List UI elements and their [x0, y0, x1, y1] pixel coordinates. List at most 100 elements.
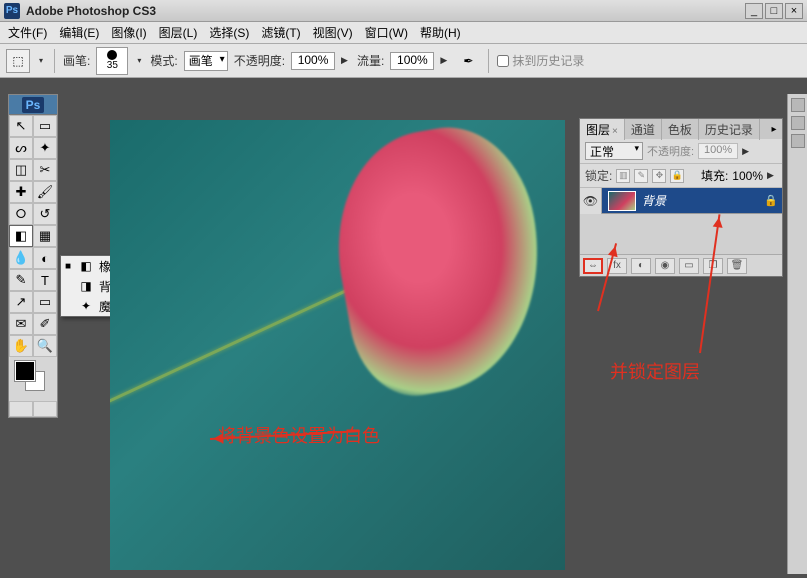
erase-history-label: 抹到历史记录	[512, 52, 584, 69]
toolbox-header[interactable]: Ps	[9, 95, 57, 115]
fill-input[interactable]: 100%	[732, 169, 763, 183]
lock-transparent-icon[interactable]: ▥	[616, 169, 630, 183]
magic-eraser-icon: ✦	[78, 299, 94, 313]
path-tool[interactable]: ↗	[9, 291, 33, 313]
stamp-tool[interactable]: ⭘	[9, 203, 33, 225]
dock-well[interactable]	[791, 98, 805, 112]
tool-preset-dropdown[interactable]: ▾	[36, 49, 46, 73]
dock-well[interactable]	[791, 116, 805, 130]
gradient-tool[interactable]: ▦	[33, 225, 57, 247]
tab-layers[interactable]: 图层×	[580, 119, 625, 140]
airbrush-icon[interactable]: ✒	[456, 49, 480, 73]
dodge-tool[interactable]: ◐	[33, 247, 57, 269]
menu-image[interactable]: 图像(I)	[105, 21, 152, 44]
menu-select[interactable]: 选择(S)	[203, 21, 255, 44]
eraser-icon: ◧	[78, 259, 94, 273]
blend-mode-select[interactable]: 正常	[585, 142, 643, 160]
menu-filter[interactable]: 滤镜(T)	[255, 21, 306, 44]
annotation-lock-layer: 并锁定图层	[610, 358, 700, 384]
fx-icon[interactable]: fx	[607, 258, 627, 274]
flow-label: 流量:	[357, 52, 384, 69]
eyedropper-tool[interactable]: ✐	[33, 313, 57, 335]
quickmask-mode-icon[interactable]	[33, 401, 57, 417]
blur-tool[interactable]: 💧	[9, 247, 33, 269]
visibility-icon[interactable]: 👁	[580, 188, 602, 214]
zoom-tool[interactable]: 🔍	[33, 335, 57, 357]
minimize-button[interactable]: _	[745, 3, 763, 19]
brush-picker[interactable]: 35	[96, 47, 128, 75]
color-swatch[interactable]	[13, 361, 53, 397]
fill-label: 填充:	[701, 167, 728, 184]
maximize-button[interactable]: □	[765, 3, 783, 19]
heal-tool[interactable]: ✚	[9, 181, 33, 203]
panel-tabs: 图层× 通道 色板 历史记录 ▸	[580, 119, 782, 139]
dock-well[interactable]	[791, 134, 805, 148]
erase-history-checkbox[interactable]	[497, 55, 509, 67]
wand-tool[interactable]: ✦	[33, 137, 57, 159]
lock-position-icon[interactable]: ✥	[652, 169, 666, 183]
mode-label: 模式:	[150, 52, 177, 69]
panel-dock	[787, 94, 807, 574]
opacity-input[interactable]: 100%	[291, 52, 335, 70]
flow-input[interactable]: 100%	[390, 52, 434, 70]
blend-row: 正常 不透明度: 100% ▶	[580, 139, 782, 164]
foreground-color[interactable]	[15, 361, 35, 381]
close-button[interactable]: ×	[785, 3, 803, 19]
notes-tool[interactable]: ✉	[9, 313, 33, 335]
opacity-flyout[interactable]: ▶	[341, 55, 351, 66]
hand-tool[interactable]: ✋	[9, 335, 33, 357]
layer-row[interactable]: 👁 背景 🔒	[580, 188, 782, 214]
lasso-tool[interactable]: ᔕ	[9, 137, 33, 159]
type-tool[interactable]: T	[33, 269, 57, 291]
layer-name[interactable]: 背景	[642, 192, 764, 209]
eraser-tool-icon[interactable]: ⬚	[6, 49, 30, 73]
pen-tool[interactable]: ✎	[9, 269, 33, 291]
eraser-tool[interactable]: ◧	[9, 225, 33, 247]
flow-flyout[interactable]: ▶	[440, 55, 450, 66]
tab-channels[interactable]: 通道	[625, 119, 662, 140]
layers-footer: ⇔ fx ◐ ◉ ▭ ❐ 🗑	[580, 254, 782, 276]
tab-history[interactable]: 历史记录	[699, 119, 760, 140]
layer-thumbnail[interactable]	[608, 191, 636, 211]
history-brush-tool[interactable]: ↺	[33, 203, 57, 225]
app-icon: Ps	[4, 3, 20, 19]
layer-opacity-input[interactable]: 100%	[698, 143, 738, 159]
mode-select[interactable]: 画笔	[184, 51, 228, 71]
lock-label: 锁定:	[585, 167, 612, 184]
opacity-arrow[interactable]: ▶	[742, 146, 752, 157]
erase-to-history-check[interactable]: 抹到历史记录	[497, 52, 584, 69]
mask-icon[interactable]: ◐	[631, 258, 651, 274]
menu-help[interactable]: 帮助(H)	[414, 21, 467, 44]
shape-tool[interactable]: ▭	[33, 291, 57, 313]
selected-mark: ■	[65, 261, 73, 272]
canvas[interactable]	[110, 120, 565, 570]
adjust-icon[interactable]: ◉	[655, 258, 675, 274]
menu-layer[interactable]: 图层(L)	[153, 21, 204, 44]
menu-view[interactable]: 视图(V)	[307, 21, 359, 44]
menu-edit[interactable]: 编辑(E)	[53, 21, 105, 44]
fill-arrow[interactable]: ▶	[767, 170, 777, 181]
menu-file[interactable]: 文件(F)	[2, 21, 53, 44]
crop-tool[interactable]: ◫	[9, 159, 33, 181]
marquee-tool[interactable]: ▭	[33, 115, 57, 137]
brush-tool[interactable]: 🖌	[33, 181, 57, 203]
link-layers-icon[interactable]: ⇔	[583, 258, 603, 274]
mode-value: 画笔	[189, 54, 213, 68]
panel-menu-icon[interactable]: ▸	[766, 124, 782, 135]
menu-bar: 文件(F) 编辑(E) 图像(I) 图层(L) 选择(S) 滤镜(T) 视图(V…	[0, 22, 807, 44]
layer-opacity-label: 不透明度:	[647, 143, 694, 159]
standard-mode-icon[interactable]	[9, 401, 33, 417]
move-tool[interactable]: ↖	[9, 115, 33, 137]
menu-window[interactable]: 窗口(W)	[359, 21, 414, 44]
lock-pixels-icon[interactable]: ✎	[634, 169, 648, 183]
group-icon[interactable]: ▭	[679, 258, 699, 274]
tab-swatches[interactable]: 色板	[662, 119, 699, 140]
quickmask-row	[9, 401, 57, 417]
trash-icon[interactable]: 🗑	[727, 258, 747, 274]
lock-all-icon[interactable]: 🔒	[670, 169, 684, 183]
slice-tool[interactable]: ✂	[33, 159, 57, 181]
options-bar: ⬚ ▾ 画笔: 35 ▾ 模式: 画笔 不透明度: 100% ▶ 流量: 100…	[0, 44, 807, 78]
brush-dropdown[interactable]: ▾	[134, 49, 144, 73]
toolbox: Ps ↖ ▭ ᔕ ✦ ◫ ✂ ✚ 🖌 ⭘ ↺ ◧ ▦ 💧 ◐ ✎ T ↗ ▭ ✉…	[8, 94, 58, 418]
new-layer-icon[interactable]: ❐	[703, 258, 723, 274]
